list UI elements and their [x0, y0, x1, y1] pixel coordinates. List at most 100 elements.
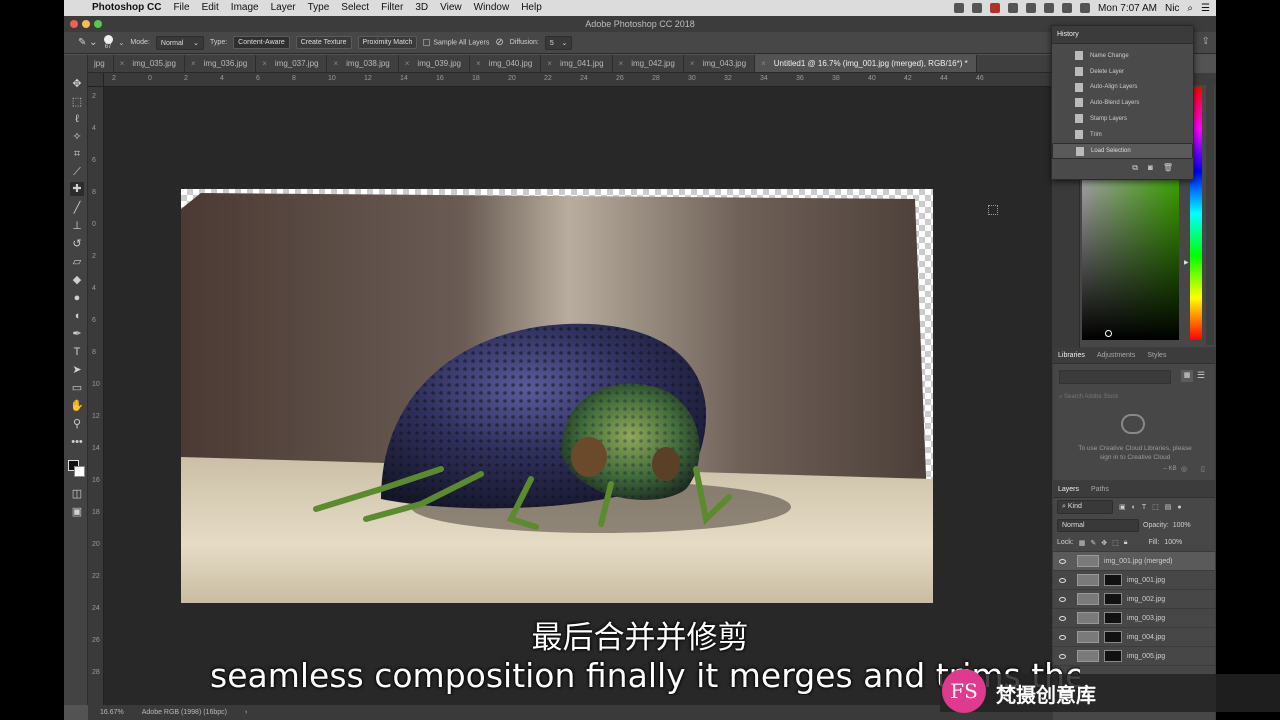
battery-icon[interactable]	[1080, 3, 1091, 13]
tab-doc[interactable]: × img_042.jpg	[613, 55, 684, 72]
tab-paths[interactable]: Paths	[1091, 486, 1109, 493]
history-state[interactable]: Trim	[1052, 127, 1193, 143]
close-tab-icon[interactable]: ×	[761, 59, 766, 68]
layer-row[interactable]: img_002.jpg	[1053, 590, 1215, 609]
crop-tool-icon[interactable]: ⌗	[70, 147, 84, 161]
menu-3d[interactable]: 3D	[409, 0, 434, 16]
more-tools-icon[interactable]: •••	[70, 435, 84, 449]
close-tab-icon[interactable]: ×	[120, 59, 125, 68]
proximity-match-button[interactable]: Proximity Match	[357, 36, 418, 49]
filter-pixel-icon[interactable]: ▣	[1119, 503, 1126, 511]
minimize-window-icon[interactable]	[82, 20, 90, 28]
background-color-swatch[interactable]	[74, 466, 85, 477]
brush-preset-picker[interactable]: 67	[103, 34, 113, 51]
tab-doc[interactable]: × img_037.jpg	[256, 55, 328, 72]
hue-slider-handle-icon[interactable]: ▶	[1184, 259, 1189, 266]
brush-picker-chevron-icon[interactable]: ⌄	[119, 39, 125, 47]
rectangle-tool-icon[interactable]: ▭	[70, 381, 84, 395]
zoom-window-icon[interactable]	[94, 20, 102, 28]
tab-doc[interactable]: jpg	[88, 55, 114, 72]
menu-select[interactable]: Select	[335, 0, 375, 16]
visibility-eye-icon[interactable]	[1059, 577, 1066, 583]
close-tab-icon[interactable]: ×	[262, 59, 267, 68]
close-tab-icon[interactable]: ×	[476, 59, 481, 68]
layer-kind-select[interactable]: ⌕ Kind	[1057, 500, 1113, 514]
brush-tool-icon[interactable]: ╱	[70, 201, 84, 215]
mode-select[interactable]: Normal ⌄	[155, 35, 205, 50]
path-select-tool-icon[interactable]: ➤	[70, 363, 84, 377]
history-state[interactable]: Auto-Align Layers	[1052, 80, 1193, 96]
shield-icon[interactable]	[1008, 3, 1019, 13]
hand-tool-icon[interactable]: ✋	[70, 399, 84, 413]
creative-cloud-icon[interactable]	[954, 3, 965, 13]
history-state[interactable]: Delete Layer	[1052, 64, 1193, 80]
visibility-eye-icon[interactable]	[1059, 596, 1066, 602]
content-aware-button[interactable]: Content-Aware	[233, 36, 290, 49]
close-tab-icon[interactable]: ×	[191, 59, 196, 68]
ruler-origin[interactable]	[88, 73, 104, 87]
history-panel-title[interactable]: History	[1052, 26, 1193, 44]
close-window-icon[interactable]	[70, 20, 78, 28]
fill-value[interactable]: 100%	[1164, 539, 1182, 546]
close-tab-icon[interactable]: ×	[690, 59, 695, 68]
blur-tool-icon[interactable]: ●	[70, 291, 84, 305]
menu-type[interactable]: Type	[302, 0, 336, 16]
tab-libraries[interactable]: Libraries	[1058, 352, 1085, 359]
menu-view[interactable]: View	[434, 0, 468, 16]
menu-help[interactable]: Help	[515, 0, 548, 16]
filter-type-icon[interactable]: T	[1142, 504, 1146, 511]
close-tab-icon[interactable]: ×	[547, 59, 552, 68]
diffusion-select[interactable]: 5 ⌄	[544, 35, 573, 50]
visibility-eye-icon[interactable]	[1059, 558, 1066, 564]
document-canvas[interactable]	[181, 189, 933, 603]
tab-adjustments[interactable]: Adjustments	[1097, 352, 1136, 359]
clone-stamp-tool-icon[interactable]: ⊥	[70, 219, 84, 233]
eject-icon[interactable]	[1062, 3, 1073, 13]
layer-mask-thumbnail[interactable]	[1104, 593, 1122, 605]
menu-file[interactable]: File	[167, 0, 195, 16]
volume-icon[interactable]	[1044, 3, 1055, 13]
filter-smart-object-icon[interactable]: ▤	[1165, 503, 1172, 511]
quick-mask-icon[interactable]: ◫	[70, 487, 84, 501]
grid-view-icon[interactable]: ▦	[1181, 370, 1193, 382]
zoom-level[interactable]: 16.67%	[100, 709, 124, 716]
tab-doc[interactable]: × img_039.jpg	[399, 55, 471, 72]
lock-all-icon[interactable]: 🔒︎	[1124, 539, 1128, 547]
menu-edit[interactable]: Edit	[196, 0, 225, 16]
type-tool-icon[interactable]: T	[70, 345, 84, 359]
eraser-tool-icon[interactable]: ▱	[70, 255, 84, 269]
color-picker-handle-icon[interactable]	[1105, 330, 1112, 337]
blend-mode-select[interactable]: Normal	[1057, 518, 1139, 532]
move-tool-icon[interactable]: ✥	[70, 77, 84, 91]
layer-row[interactable]: img_001.jpg (merged)	[1053, 552, 1215, 571]
tab-doc[interactable]: × img_035.jpg	[114, 55, 185, 72]
app-status-icon[interactable]	[990, 3, 1001, 13]
layer-row[interactable]: img_001.jpg	[1053, 571, 1215, 590]
cloud-sync-icon[interactable]: ◎	[1181, 465, 1187, 473]
close-tab-icon[interactable]: ×	[333, 59, 338, 68]
lasso-tool-icon[interactable]: ℓ	[70, 112, 84, 126]
healing-brush-tool-icon[interactable]: ✎ ⌄	[78, 37, 98, 48]
history-state[interactable]: Stamp Layers	[1052, 111, 1193, 127]
tab-doc[interactable]: × img_040.jpg	[470, 55, 542, 72]
delete-state-icon[interactable]: 🗑︎	[1163, 163, 1173, 173]
tab-layers[interactable]: Layers	[1058, 486, 1079, 493]
filter-adjustment-icon[interactable]: ◐	[1132, 504, 1136, 511]
user-name[interactable]: Nic	[1165, 3, 1179, 14]
opacity-value[interactable]: 100%	[1173, 522, 1191, 529]
sample-all-layers-checkbox[interactable]: Sample All Layers	[423, 38, 489, 46]
healing-brush-tool-icon[interactable]: ✚	[70, 182, 84, 196]
history-brush-tool-icon[interactable]: ↺	[70, 237, 84, 251]
lock-artboard-icon[interactable]: ⬚	[1112, 539, 1119, 547]
list-view-icon[interactable]: ☰	[1197, 370, 1205, 381]
tab-styles[interactable]: Styles	[1147, 352, 1166, 359]
lock-pixels-icon[interactable]: ✎	[1090, 539, 1096, 547]
layer-mask-thumbnail[interactable]	[1104, 574, 1122, 586]
status-menu-chevron-icon[interactable]: ›	[245, 709, 247, 716]
pen-tool-icon[interactable]: ✒	[70, 327, 84, 341]
menu-filter[interactable]: Filter	[375, 0, 409, 16]
menu-image[interactable]: Image	[225, 0, 265, 16]
filter-shape-icon[interactable]: ⬚	[1152, 503, 1159, 511]
tab-doc[interactable]: × img_041.jpg	[541, 55, 613, 72]
lock-position-icon[interactable]: ✥	[1101, 539, 1107, 547]
